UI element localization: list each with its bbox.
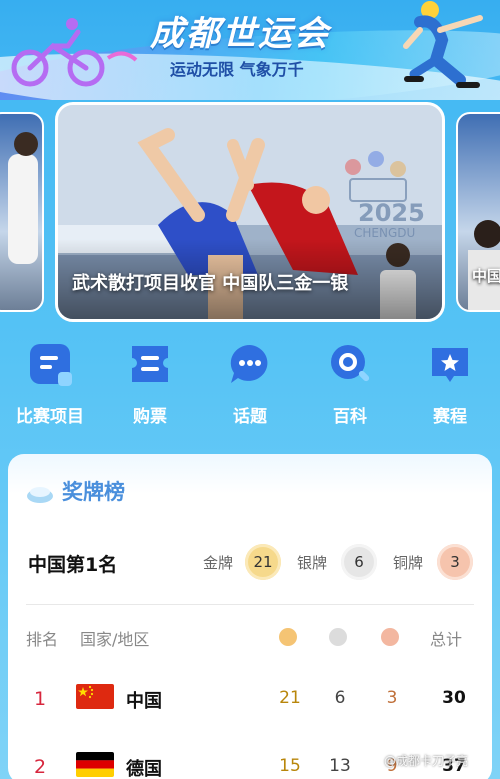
divider bbox=[26, 604, 474, 605]
athlete-photo bbox=[8, 132, 38, 264]
cyclist-icon bbox=[11, 18, 138, 87]
nav-label: 百科 bbox=[333, 407, 367, 427]
chat-bubble-icon bbox=[230, 344, 268, 383]
gold-medal-icon bbox=[279, 628, 297, 646]
row-country: 中国 bbox=[126, 691, 162, 712]
medal-summary: 金牌 21 银牌 6 铜牌 3 bbox=[203, 544, 483, 584]
carousel-caption: 武术散打项目收官 中国队三金一银 bbox=[72, 273, 349, 294]
banner-slogan: 运动无限 气象万千 bbox=[170, 60, 304, 79]
nav-label: 赛程 bbox=[433, 407, 467, 427]
table-row[interactable]: 1 中国 21 6 3 30 bbox=[8, 680, 492, 720]
row-bronze: 3 bbox=[386, 688, 398, 708]
medal-podium-icon bbox=[27, 487, 53, 503]
silver-label: 银牌 bbox=[297, 554, 328, 572]
skater-icon bbox=[403, 1, 483, 88]
silver-medal-icon bbox=[329, 628, 347, 646]
nav-item-topics[interactable]: 话题 bbox=[200, 342, 300, 427]
nav-item-events[interactable]: 比赛项目 bbox=[0, 342, 100, 427]
carousel-next-caption: 中国 bbox=[472, 267, 500, 285]
banner-title: 成都世运会 bbox=[150, 14, 330, 54]
star-calendar-icon bbox=[432, 348, 468, 382]
schedule-list-icon bbox=[30, 344, 72, 386]
nav-label: 购票 bbox=[133, 407, 167, 427]
medal-board-title: 奖牌榜 bbox=[62, 480, 125, 504]
bronze-count-badge: 3 bbox=[437, 544, 473, 580]
germany-flag-icon bbox=[76, 752, 114, 777]
bronze-label: 铜牌 bbox=[393, 554, 424, 572]
row-rank: 1 bbox=[34, 688, 47, 710]
gold-label: 金牌 bbox=[203, 554, 234, 572]
bronze-medal-icon bbox=[381, 628, 399, 646]
news-carousel[interactable]: 2025 CHENGDU 武术散打项目收官 中国队三金一银 中国 bbox=[0, 102, 500, 324]
nav-item-schedule[interactable]: 赛程 bbox=[400, 342, 500, 427]
row-rank: 2 bbox=[34, 756, 47, 778]
silver-count-badge: 6 bbox=[341, 544, 377, 580]
row-silver: 6 bbox=[334, 688, 346, 708]
medal-board-card[interactable]: 奖牌榜 中国第1名 金牌 21 银牌 6 铜牌 3 排名 国家/地区 总计 1 … bbox=[8, 454, 492, 779]
nav-item-encyclopedia[interactable]: 百科 bbox=[300, 342, 400, 427]
row-gold: 21 bbox=[279, 688, 301, 708]
search-encyclopedia-icon bbox=[331, 345, 370, 382]
carousel-slide-next[interactable]: 中国 bbox=[456, 112, 500, 312]
row-country: 德国 bbox=[126, 759, 162, 779]
header-banner: 成都世运会 运动无限 气象万千 bbox=[0, 0, 500, 100]
row-gold: 15 bbox=[279, 756, 301, 776]
row-total: 30 bbox=[442, 688, 466, 708]
col-rank-header: 排名 bbox=[26, 630, 59, 649]
china-rank-summary: 中国第1名 bbox=[28, 554, 118, 576]
carousel-slide-current[interactable]: 2025 CHENGDU 武术散打项目收官 中国队三金一银 bbox=[55, 102, 445, 322]
gold-count-badge: 21 bbox=[245, 544, 281, 580]
col-country-header: 国家/地区 bbox=[80, 630, 150, 649]
row-silver: 13 bbox=[329, 756, 351, 776]
watermark-text: @成都卡刀子亮 bbox=[384, 754, 469, 768]
col-total-header: 总计 bbox=[430, 630, 463, 649]
ticket-icon bbox=[132, 346, 168, 382]
china-flag-icon bbox=[76, 684, 114, 709]
svg-text:2025: 2025 bbox=[358, 199, 425, 227]
svg-text:CHENGDU: CHENGDU bbox=[354, 226, 415, 240]
nav-item-tickets[interactable]: 购票 bbox=[100, 342, 200, 427]
carousel-slide-prev[interactable] bbox=[0, 112, 44, 312]
nav-label: 比赛项目 bbox=[16, 407, 84, 427]
quick-nav: 比赛项目 购票 话题 百科 赛程 bbox=[0, 342, 500, 432]
nav-label: 话题 bbox=[233, 407, 267, 427]
